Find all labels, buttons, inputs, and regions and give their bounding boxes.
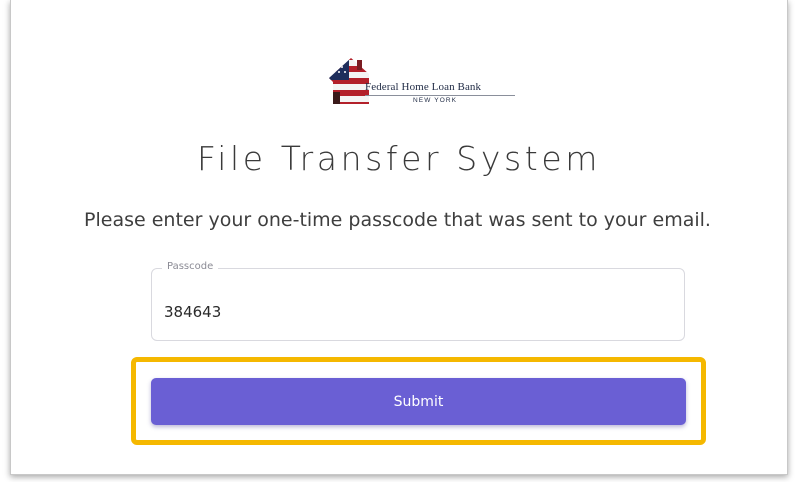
submit-button[interactable]: Submit xyxy=(151,378,686,425)
page-title: File Transfer System xyxy=(197,139,601,178)
logo-divider xyxy=(365,95,515,96)
passcode-field[interactable]: Passcode xyxy=(151,261,685,341)
logo-location: NEW YORK xyxy=(413,97,458,104)
logo-bank-name: Federal Home Loan Bank xyxy=(365,81,482,93)
instruction-text: Please enter your one-time passcode that… xyxy=(84,209,711,231)
login-card: Federal Home Loan Bank NEW YORK File Tra… xyxy=(10,0,788,475)
flag-house-icon xyxy=(329,58,369,104)
passcode-input[interactable] xyxy=(164,301,664,323)
passcode-label: Passcode xyxy=(162,261,219,272)
fhlbny-logo: Federal Home Loan Bank NEW YORK xyxy=(327,54,527,114)
